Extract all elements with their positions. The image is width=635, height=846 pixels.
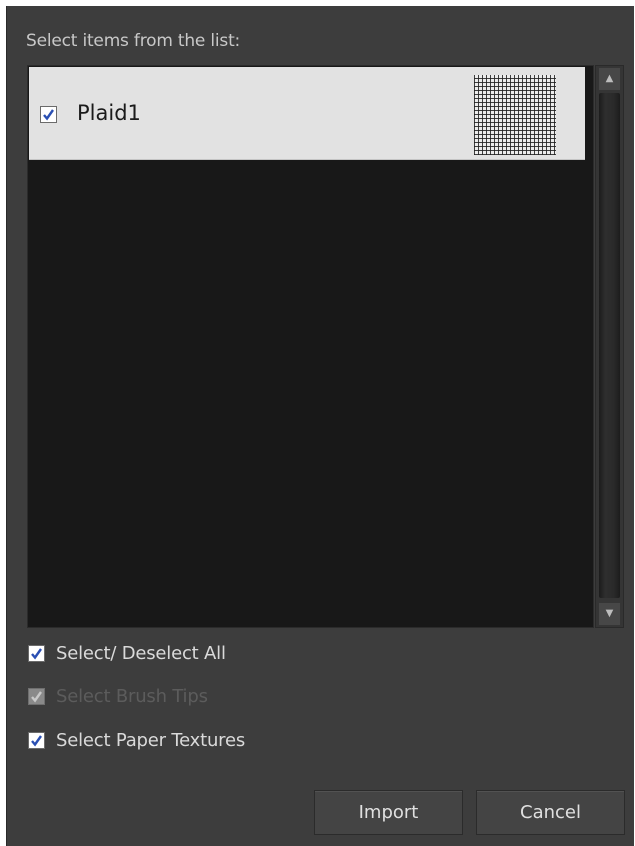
import-dialog: Select items from the list: Plaid1 ▲ ▼ S… <box>6 6 634 846</box>
select-paper-textures-label: Select Paper Textures <box>56 729 246 751</box>
items-list[interactable]: Plaid1 <box>27 65 594 628</box>
checkmark-icon <box>31 734 42 746</box>
scroll-down-arrow-icon[interactable]: ▼ <box>599 603 620 625</box>
item-checkbox[interactable] <box>40 106 57 123</box>
select-deselect-all-label: Select/ Deselect All <box>56 642 226 664</box>
checkmark-icon <box>31 647 42 659</box>
import-button[interactable]: Import <box>314 790 463 835</box>
checkmark-icon <box>31 690 42 702</box>
select-deselect-all-checkbox[interactable] <box>28 644 45 662</box>
select-brush-tips-checkbox <box>28 687 45 705</box>
list-item[interactable]: Plaid1 <box>29 67 585 160</box>
checkmark-icon <box>43 109 54 121</box>
plaid-texture-thumbnail <box>474 75 556 155</box>
list-prompt-label: Select items from the list: <box>26 31 241 51</box>
select-paper-textures-checkbox[interactable] <box>28 731 45 749</box>
scroll-track[interactable] <box>599 93 620 598</box>
select-paper-textures-option[interactable]: Select Paper Textures <box>28 728 245 752</box>
select-brush-tips-option: Select Brush Tips <box>28 684 208 708</box>
scroll-up-arrow-icon[interactable]: ▲ <box>599 68 620 90</box>
cancel-button[interactable]: Cancel <box>476 790 625 835</box>
item-label: Plaid1 <box>77 101 141 125</box>
select-brush-tips-label: Select Brush Tips <box>56 685 208 707</box>
select-deselect-all-option[interactable]: Select/ Deselect All <box>28 641 226 665</box>
list-scrollbar[interactable]: ▲ ▼ <box>595 65 624 628</box>
